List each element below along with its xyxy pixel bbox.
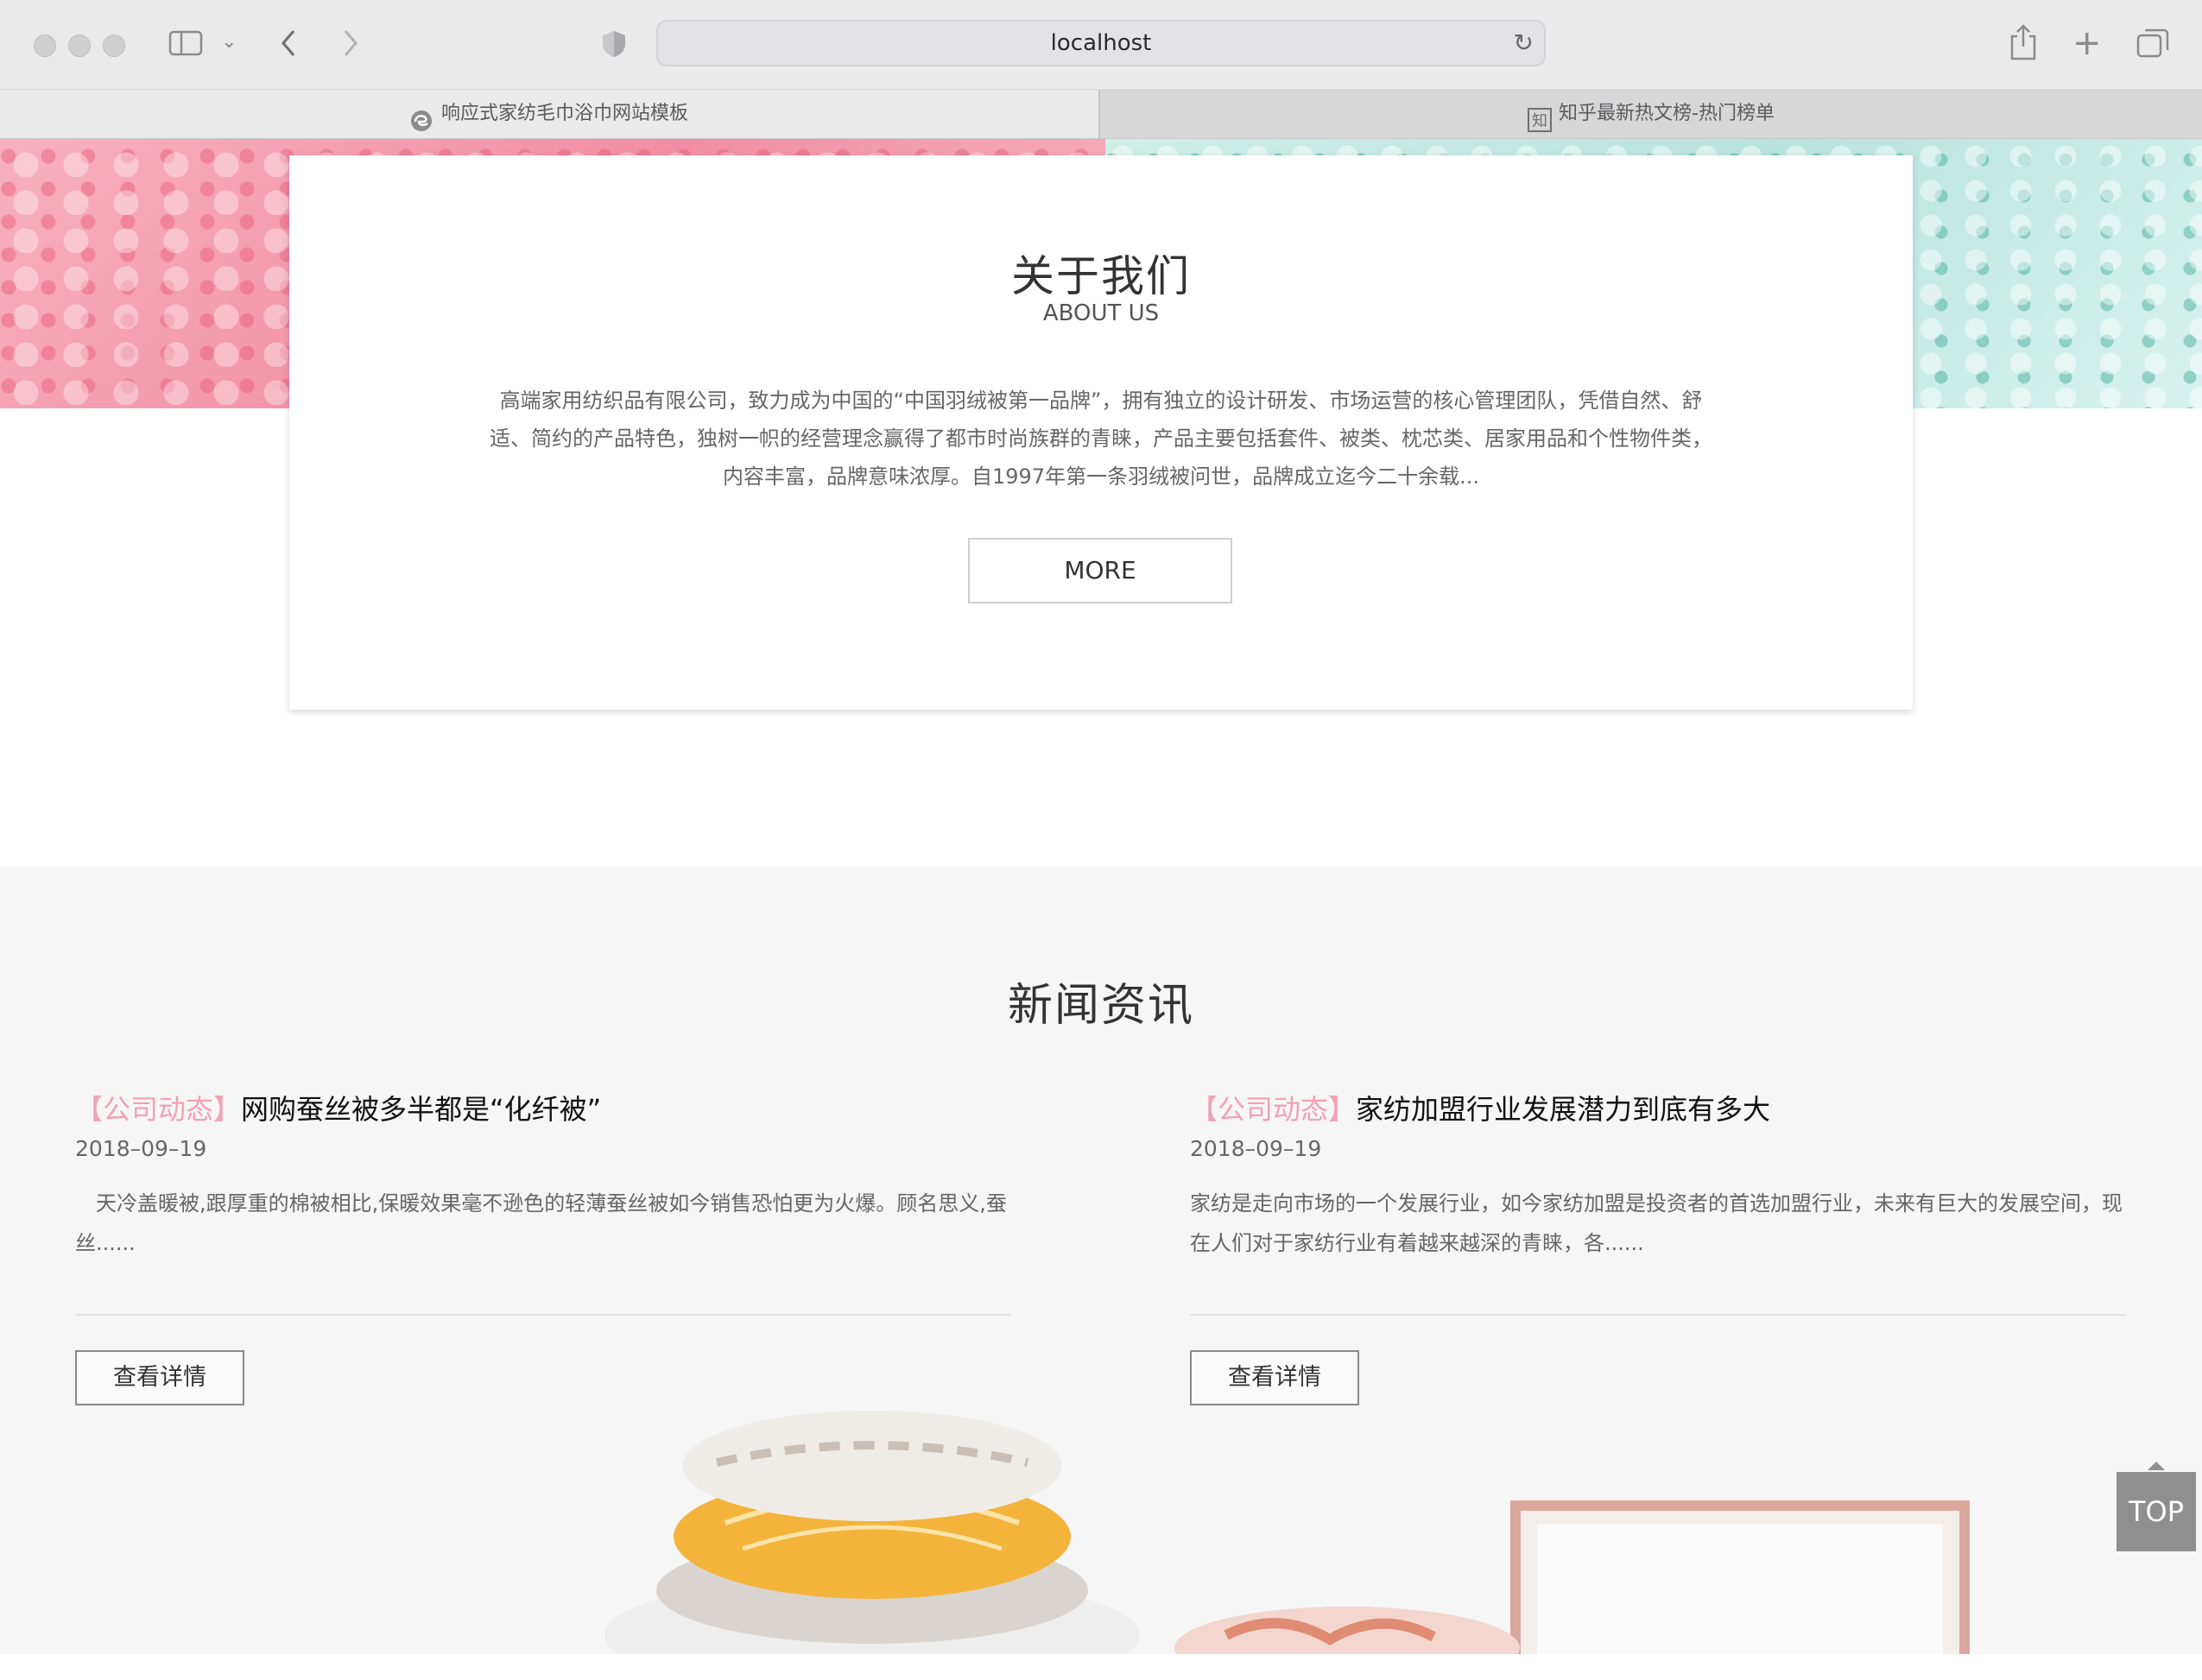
svg-text:知: 知 [1532,112,1547,130]
edge-favicon-icon [410,103,433,131]
news-item: 【公司动态】家纺加盟行业发展潜力到底有多大 2018–09–19 家纺是走向市场… [1190,1088,2126,1405]
news-headline: 家纺加盟行业发展潜力到底有多大 [1356,1093,1771,1126]
news-category-tag: 【公司动态】 [75,1093,242,1126]
back-arrow-icon[interactable] [278,28,299,64]
tab-overview-icon[interactable] [2136,28,2169,64]
news-title: 新闻资讯 [1007,980,1194,1032]
news-summary: 天冷盖暖被,跟厚重的棉被相比,保暖效果毫不逊色的轻薄蚕丝被如今销售恐怕更为火爆。… [75,1191,1007,1255]
minimize-window-button[interactable] [68,35,91,57]
chevron-down-icon[interactable]: ⌄ [221,33,237,52]
news-date: 2018–09–19 [75,1136,207,1161]
close-window-button[interactable] [34,35,56,57]
new-tab-plus-icon[interactable]: + [2072,26,2102,60]
share-icon[interactable] [2009,24,2038,66]
news-divider [1190,1314,2126,1316]
news-item: 【公司动态】网购蚕丝被多半都是“化纤被” 2018–09–19 天冷盖暖被,跟厚… [75,1088,1011,1405]
about-us-card: 关于我们 ABOUT US 高端家用纺织品有限公司，致力成为中国的“中国羽绒被第… [289,155,1913,710]
url-text: localhost [1050,30,1152,56]
tab-home[interactable]: 响应式家纺毛巾浴巾网站模板 [0,90,1098,138]
about-title: 关于我们 [1011,251,1191,301]
window-bottom-edge [0,1654,2202,1680]
browser-toolbar: ⌄ localhost ↻ + [0,0,2202,90]
address-bar[interactable]: localhost ↻ [656,20,1546,66]
zhihu-favicon-icon: 知 [1528,103,1553,132]
news-headline: 网购蚕丝被多半都是“化纤被” [241,1093,602,1126]
news-category-tag: 【公司动态】 [1190,1093,1357,1126]
tab-label: 响应式家纺毛巾浴巾网站模板 [440,103,688,124]
news-summary: 家纺是走向市场的一个发展行业，如今家纺加盟是投资者的首选加盟行业，未来有巨大的发… [1190,1191,2123,1255]
more-button[interactable]: MORE [968,538,1232,603]
maximize-window-button[interactable] [103,35,125,57]
reload-icon[interactable]: ↻ [1514,22,1534,65]
news-divider [75,1314,1011,1316]
tab-label: 知乎最新热文榜-热门榜单 [1559,103,1775,124]
sidebar-toggle-icon[interactable] [168,29,203,62]
back-to-top-button[interactable]: TOP [2117,1462,2196,1551]
view-details-button[interactable]: 查看详情 [75,1350,244,1405]
news-headline-link[interactable]: 【公司动态】网购蚕丝被多半都是“化纤被” [75,1088,1011,1127]
view-details-button[interactable]: 查看详情 [1190,1350,1359,1405]
forward-arrow-icon[interactable] [340,28,361,64]
about-subtitle: ABOUT US [1042,300,1160,326]
news-section: 新闻资讯 【公司动态】网购蚕丝被多半都是“化纤被” 2018–09–19 天冷盖… [0,867,2202,1654]
tab-bar: 响应式家纺毛巾浴巾网站模板 知 知乎最新热文榜-热门榜单 [0,90,2202,139]
tab-zhihu[interactable]: 知 知乎最新热文榜-热门榜单 [1098,90,2202,138]
about-description: 高端家用纺织品有限公司，致力成为中国的“中国羽绒被第一品牌”，拥有独立的设计研发… [490,388,1712,489]
privacy-shield-icon[interactable] [601,29,627,64]
news-date: 2018–09–19 [1190,1136,1322,1161]
news-headline-link[interactable]: 【公司动态】家纺加盟行业发展潜力到底有多大 [1190,1088,2126,1127]
